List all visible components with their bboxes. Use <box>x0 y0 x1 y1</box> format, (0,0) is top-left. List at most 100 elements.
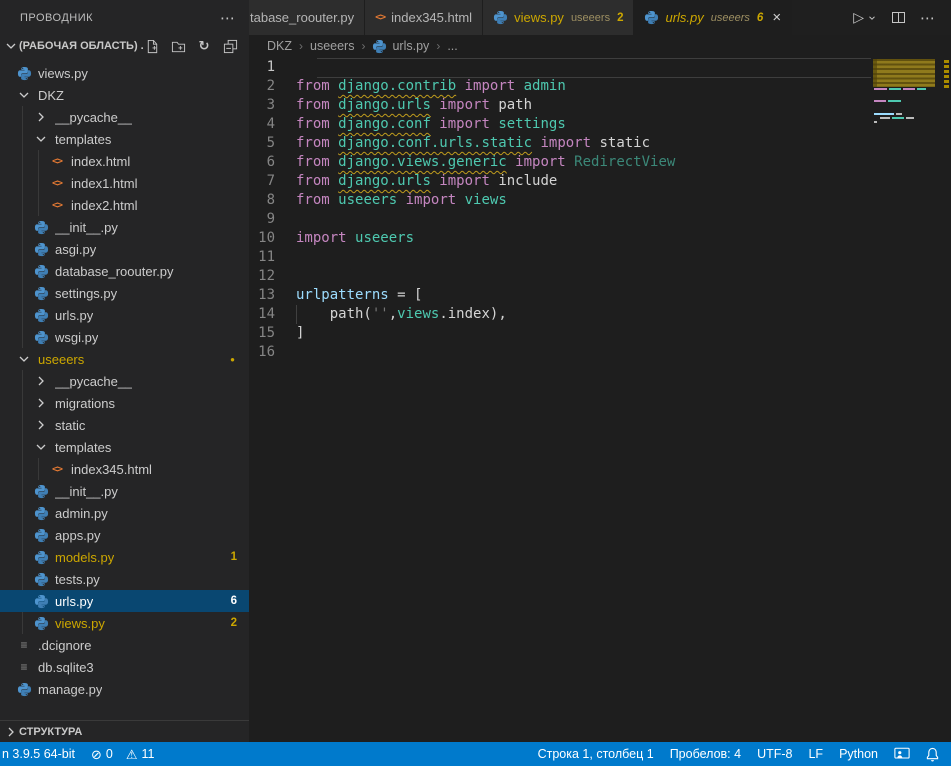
tree-file-index345.html[interactable]: <>index345.html <box>0 458 249 480</box>
status-indentation[interactable]: Пробелов: 4 <box>662 742 749 766</box>
more-actions-icon[interactable]: ⋯ <box>920 9 936 27</box>
tab-views.py[interactable]: views.pyuseeers2 <box>483 0 634 35</box>
tree-file-wsgi.py[interactable]: wsgi.py <box>0 326 249 348</box>
breadcrumb: DKZ›useeers›urls.py›... <box>249 35 951 57</box>
status-eol[interactable]: LF <box>800 742 831 766</box>
tree-item-label: index1.html <box>71 176 137 191</box>
ruler-warning-mark <box>944 75 949 78</box>
line-number: 10 <box>249 229 296 248</box>
tree-folder-__pycache__[interactable]: __pycache__ <box>0 106 249 128</box>
tree-folder-useeers[interactable]: useeers● <box>0 348 249 370</box>
code-token: from <box>296 172 338 191</box>
line-number: 3 <box>249 96 296 115</box>
status-cursor-position[interactable]: Строка 1, столбец 1 <box>530 742 662 766</box>
collapse-all-icon[interactable] <box>221 37 239 55</box>
run-python-file-button[interactable]: ▷ <box>853 9 877 26</box>
tree-file-__init__.py[interactable]: __init__.py <box>0 480 249 502</box>
tree-file-asgi.py[interactable]: asgi.py <box>0 238 249 260</box>
tree-item-label: settings.py <box>55 286 117 301</box>
file-tree: views.pyDKZ__pycache__templates<>index.h… <box>0 62 249 700</box>
chevron-right-icon <box>33 109 49 125</box>
tree-file-database_roouter.py[interactable]: database_roouter.py <box>0 260 249 282</box>
status-feedback[interactable] <box>886 742 918 766</box>
new-folder-icon[interactable] <box>169 37 187 55</box>
tree-item-label: wsgi.py <box>55 330 98 345</box>
tab-urls.py[interactable]: urls.pyuseeers6× <box>634 0 792 35</box>
refresh-icon[interactable]: ↻ <box>195 37 213 55</box>
status-problems[interactable]: ⊘0⚠11 <box>83 742 171 766</box>
tree-file-index2.html[interactable]: <>index2.html <box>0 194 249 216</box>
tree-file-manage.py[interactable]: manage.py <box>0 678 249 700</box>
html-file-icon: <> <box>49 156 65 167</box>
tree-file-models.py[interactable]: models.py1 <box>0 546 249 568</box>
filelines-file-icon: ≡ <box>16 638 32 652</box>
tree-file-views.py[interactable]: views.py2 <box>0 612 249 634</box>
breadcrumb-label: urls.py <box>392 39 429 53</box>
tree-folder-templates[interactable]: templates <box>0 436 249 458</box>
code-editor[interactable]: 12from django.contrib import admin3from … <box>249 57 951 742</box>
split-editor-button[interactable] <box>892 12 905 23</box>
tree-file-urls.py[interactable]: urls.py <box>0 304 249 326</box>
python-file-icon <box>33 308 49 323</box>
tree-folder-templates[interactable]: templates <box>0 128 249 150</box>
code-line-1: 1 <box>249 58 951 77</box>
code-line-9: 9 <box>249 210 951 229</box>
status-encoding[interactable]: UTF-8 <box>749 742 800 766</box>
code-line-13: 13urlpatterns = [ <box>249 286 951 305</box>
code-line-10: 10import useeers <box>249 229 951 248</box>
code-token: import <box>431 172 498 191</box>
tab-tabase_roouter.py[interactable]: tabase_roouter.py <box>249 0 365 35</box>
tree-file-settings.py[interactable]: settings.py <box>0 282 249 304</box>
tree-file-apps.py[interactable]: apps.py <box>0 524 249 546</box>
new-file-icon[interactable] <box>143 37 161 55</box>
status-python-version[interactable]: n 3.9.5 64-bit <box>0 742 83 766</box>
line-number: 8 <box>249 191 296 210</box>
tab-index345.html[interactable]: <>index345.html <box>365 0 483 35</box>
code-token: django.contrib <box>338 77 456 96</box>
breadcrumb-item-useeers[interactable]: useeers <box>310 39 354 53</box>
tree-file-admin.py[interactable]: admin.py <box>0 502 249 524</box>
line-number: 6 <box>249 153 296 172</box>
outline-section-header[interactable]: СТРУКТУРА <box>0 720 249 742</box>
minimap-mark <box>874 113 894 115</box>
overview-ruler[interactable] <box>937 57 951 742</box>
python-file-icon <box>33 220 49 235</box>
tree-file-db.sqlite3[interactable]: ≡db.sqlite3 <box>0 656 249 678</box>
explorer-header: ПРОВОДНИК ⋯ <box>0 0 249 35</box>
status-notifications[interactable] <box>918 742 947 766</box>
minimap[interactable] <box>873 57 937 207</box>
line-number: 15 <box>249 324 296 343</box>
tab-label: urls.py <box>665 10 703 25</box>
breadcrumb-item-...[interactable]: ... <box>447 39 457 53</box>
status-problems-segment: ⊘0 <box>91 747 113 761</box>
html-file-icon: <> <box>375 12 385 23</box>
tree-file-.dcignore[interactable]: ≡.dcignore <box>0 634 249 656</box>
tab-problem-count: 2 <box>617 12 623 24</box>
code-token: import <box>507 153 574 172</box>
tree-item-label: manage.py <box>38 682 102 697</box>
tree-folder-DKZ[interactable]: DKZ <box>0 84 249 106</box>
tree-file-tests.py[interactable]: tests.py <box>0 568 249 590</box>
breadcrumb-item-urls.py[interactable]: urls.py <box>372 39 429 54</box>
tree-item-label: views.py <box>55 616 105 631</box>
status-language-mode[interactable]: Python <box>831 742 886 766</box>
problem-count-badge: 6 <box>231 595 237 607</box>
breadcrumb-item-DKZ[interactable]: DKZ <box>267 39 292 53</box>
tree-folder-migrations[interactable]: migrations <box>0 392 249 414</box>
code-line-7: 7from django.urls import include <box>249 172 951 191</box>
tree-folder-__pycache__[interactable]: __pycache__ <box>0 370 249 392</box>
tree-folder-static[interactable]: static <box>0 414 249 436</box>
tree-file-urls.py[interactable]: urls.py6 <box>0 590 249 612</box>
explorer-more-actions-icon[interactable]: ⋯ <box>220 9 235 27</box>
python-file-icon <box>16 682 32 697</box>
tree-file-__init__.py[interactable]: __init__.py <box>0 216 249 238</box>
code-token: = [ <box>389 286 423 305</box>
line-number: 14 <box>249 305 296 324</box>
tree-file-views.py[interactable]: views.py <box>0 62 249 84</box>
tree-file-index.html[interactable]: <>index.html <box>0 150 249 172</box>
close-tab-icon[interactable]: × <box>772 10 781 25</box>
python-file-icon <box>16 66 32 81</box>
code-token: useeers <box>355 229 414 248</box>
tree-file-index1.html[interactable]: <>index1.html <box>0 172 249 194</box>
workspace-section-header[interactable]: (РАБОЧАЯ ОБЛАСТЬ) ... ↻ <box>0 35 249 57</box>
